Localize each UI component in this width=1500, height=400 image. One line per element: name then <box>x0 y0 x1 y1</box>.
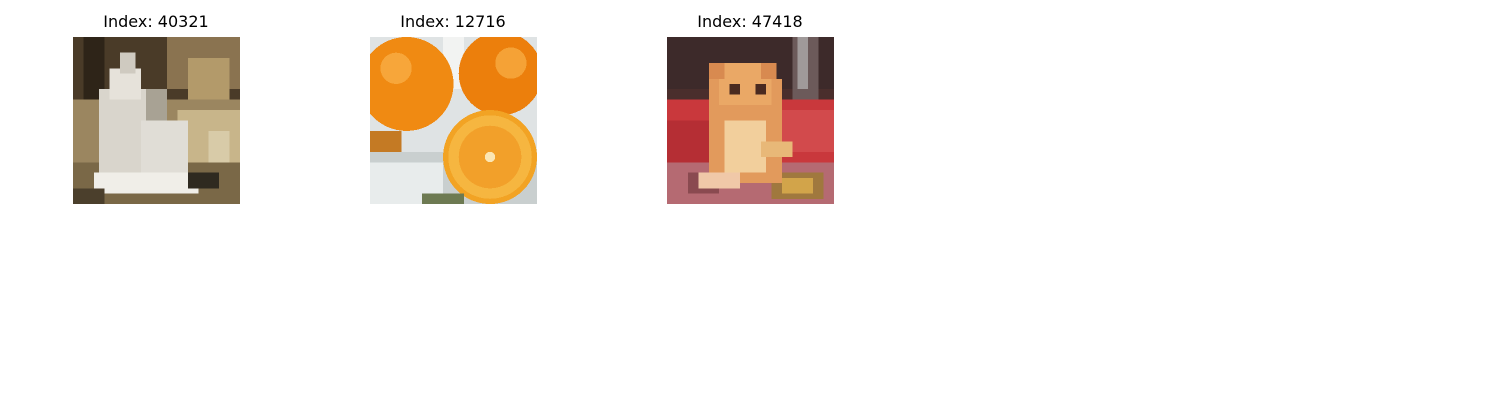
panel-title: Index: 40321 <box>103 12 209 31</box>
image-panel-2: Index: 12716 <box>338 10 568 210</box>
image-panel-3: Index: 47418 <box>635 10 865 210</box>
panel-title: Index: 47418 <box>697 12 803 31</box>
thumbnail-oranges-image <box>370 37 537 204</box>
image-panel-1: Index: 40321 <box>41 10 271 210</box>
thumbnail-hamster-image <box>667 37 834 204</box>
thumbnail-dog-image <box>73 37 240 204</box>
panel-title: Index: 12716 <box>400 12 506 31</box>
